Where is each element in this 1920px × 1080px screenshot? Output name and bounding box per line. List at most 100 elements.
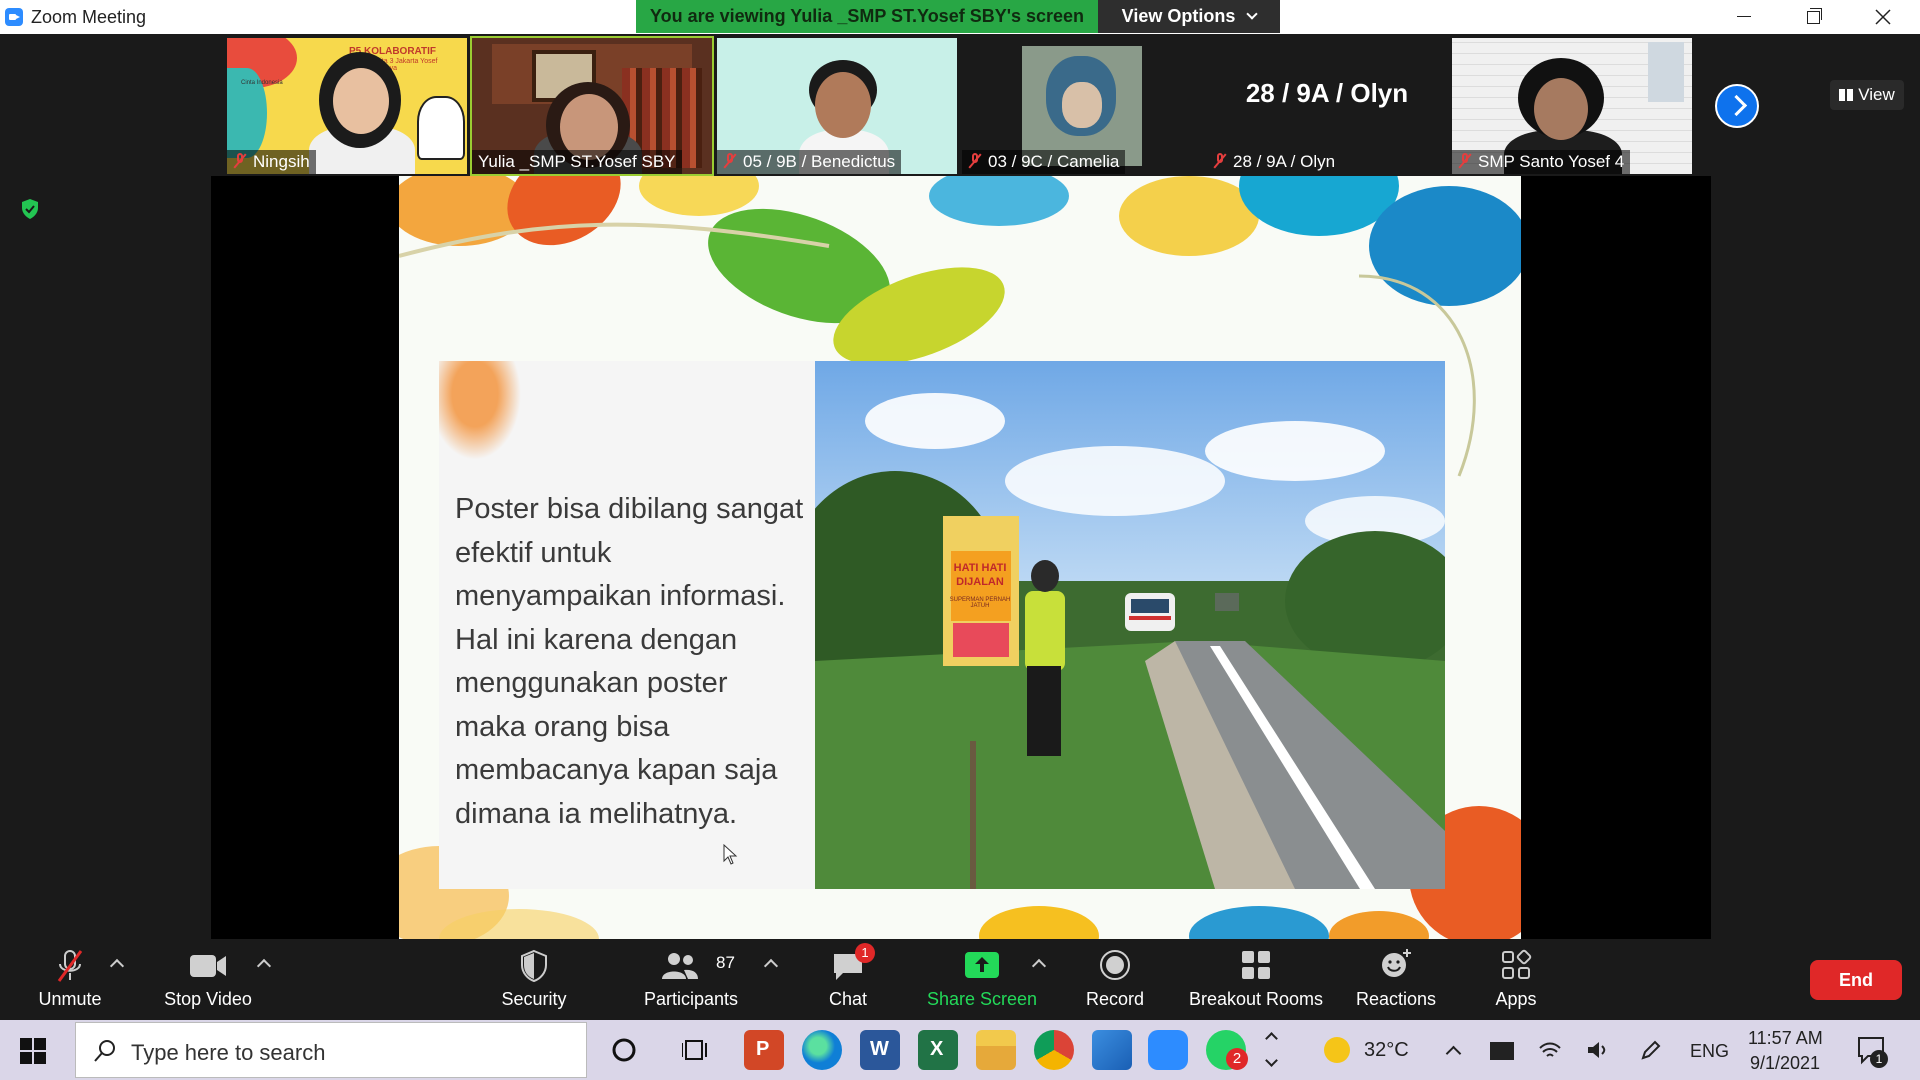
video-options-caret[interactable] [256,958,272,974]
video-tile-benedictus[interactable]: 05 / 9B / Benedictus [717,38,957,174]
edge-app-icon[interactable] [802,1030,842,1070]
pen-icon[interactable] [1640,1039,1662,1061]
presentation-slide: Poster bisa dibilang sangat efektif untu… [399,176,1521,939]
record-button[interactable]: Record [1075,939,1155,1020]
close-button[interactable] [1852,0,1914,34]
participant-name-text: Yulia _SMP ST.Yosef SBY [478,152,676,171]
video-gallery: P5 KOLABORATIF Ganita 3 Jakarta Yosef Su… [0,34,1920,176]
word-app-icon[interactable]: W [860,1030,900,1070]
background-poster [1648,42,1684,102]
view-button[interactable]: View [1830,80,1904,110]
unmute-button[interactable]: Unmute [30,939,110,1020]
word-glyph: W [870,1038,889,1060]
participant-face [815,72,871,138]
clock-time[interactable]: 11:57 AM [1748,1028,1823,1049]
participant-name: 28 / 9A / Olyn [1207,150,1341,174]
volume-icon[interactable] [1586,1039,1610,1061]
video-tile-camelia[interactable]: 03 / 9C / Camelia [962,38,1202,174]
file-explorer-icon[interactable] [976,1030,1016,1070]
meeting-toolbar: Unmute Stop Video Security 87 Participan… [0,939,1920,1020]
whatsapp-app-icon[interactable]: 2 [1206,1030,1248,1070]
mouse-cursor-icon [723,844,738,865]
audio-options-caret[interactable] [109,958,125,974]
battery-icon[interactable] [1490,1042,1514,1060]
photos-app-icon[interactable] [1092,1030,1132,1070]
search-icon [94,1040,115,1062]
stop-video-button[interactable]: Stop Video [158,939,258,1020]
chat-button[interactable]: 1 Chat [808,939,888,1020]
record-label: Record [1085,989,1145,1009]
view-button-label: View [1858,85,1895,104]
clock-date[interactable]: 9/1/2021 [1750,1053,1820,1074]
participants-icon [662,953,698,979]
wifi-icon[interactable] [1538,1040,1562,1060]
breakout-rooms-label: Breakout Rooms [1188,989,1324,1009]
participant-name: 03 / 9C / Camelia [962,150,1126,174]
participant-name-text: 05 / 9B / Benedictus [743,152,896,171]
task-view-icon[interactable] [682,1037,710,1063]
poster-headline: HATI HATI DIJALAN [953,562,1007,588]
video-tile-smp-santo-yosef-4[interactable]: SMP Santo Yosef 4 [1452,38,1692,174]
chevron-down-icon [1265,1054,1278,1067]
participant-name: Ningsih [227,150,316,174]
windows-logo-icon [34,1038,46,1050]
mic-muted-icon [968,153,982,169]
windows-logo-icon [20,1038,32,1050]
zoom-app-icon[interactable] [1148,1030,1188,1070]
minimize-button[interactable] [1713,0,1775,34]
taskbar-scroll-chevrons[interactable] [1264,1028,1280,1072]
participants-label: Participants [643,989,739,1009]
view-options-button[interactable]: View Options [1098,0,1280,33]
end-meeting-button[interactable]: End [1810,960,1902,1000]
reactions-icon [1382,949,1411,977]
video-tile-yulia[interactable]: Yulia _SMP ST.Yosef SBY [470,36,714,176]
cortana-icon[interactable] [611,1037,637,1063]
search-placeholder: Type here to search [131,1040,326,1065]
chrome-app-icon[interactable] [1034,1030,1074,1070]
window-title: Zoom Meeting [31,7,147,27]
participants-button[interactable]: 87 Participants [636,939,746,1020]
share-screen-button[interactable]: Share Screen [922,939,1042,1020]
windows-start-button[interactable] [20,1038,46,1064]
language-indicator[interactable]: ENG [1690,1041,1729,1062]
participant-name: 05 / 9B / Benedictus [717,150,902,174]
chat-label: Chat [828,989,868,1009]
shield-icon [521,949,547,983]
avatar-drawing-face [1062,82,1102,128]
powerpoint-app-icon[interactable]: P [744,1030,784,1070]
excel-app-icon[interactable]: X [918,1030,958,1070]
chevron-down-icon [1246,8,1259,20]
shared-screen-area: Poster bisa dibilang sangat efektif untu… [211,176,1711,939]
participant-face [1534,78,1588,140]
slide-text-decoration [439,361,529,471]
participant-name-text: SMP Santo Yosef 4 [1478,152,1625,171]
video-tile-ningsih[interactable]: P5 KOLABORATIF Ganita 3 Jakarta Yosef Su… [227,38,467,174]
mic-muted-icon [723,153,737,169]
taskbar-search-box[interactable]: Type here to search [75,1022,587,1078]
breakout-rooms-button[interactable]: Breakout Rooms [1186,939,1326,1020]
windows-logo-icon [20,1052,32,1064]
encryption-shield-icon[interactable] [20,198,40,220]
windows-taskbar: Type here to search P W X 2 32°C ENG 11:… [0,1020,1920,1080]
reactions-button[interactable]: Reactions [1346,939,1446,1020]
chevron-up-icon[interactable] [1445,1045,1462,1062]
security-button[interactable]: Security [484,939,584,1020]
notification-badge: 1 [1870,1050,1888,1068]
weather-sun-icon[interactable] [1324,1037,1350,1063]
participant-name-text: Ningsih [253,152,310,171]
restore-button[interactable] [1782,0,1844,34]
weather-temperature[interactable]: 32°C [1364,1039,1409,1062]
poster-subtitle: SUPERMAN PERNAH JATUH [949,597,1011,609]
security-label: Security [501,989,567,1009]
participant-center-name: 28 / 9A / Olyn [1245,78,1409,108]
apps-label: Apps [1495,989,1537,1009]
apps-button[interactable]: Apps [1476,939,1556,1020]
breakout-rooms-icon [1242,951,1270,979]
next-page-button[interactable] [1715,84,1759,128]
chat-badge: 1 [855,943,875,963]
view-options-label: View Options [1121,6,1236,26]
powerpoint-glyph: P [756,1038,770,1060]
participants-options-caret[interactable] [763,958,779,974]
apps-icon [1502,949,1532,979]
video-tile-olyn[interactable]: 28 / 9A / Olyn 28 / 9A / Olyn [1207,38,1447,174]
